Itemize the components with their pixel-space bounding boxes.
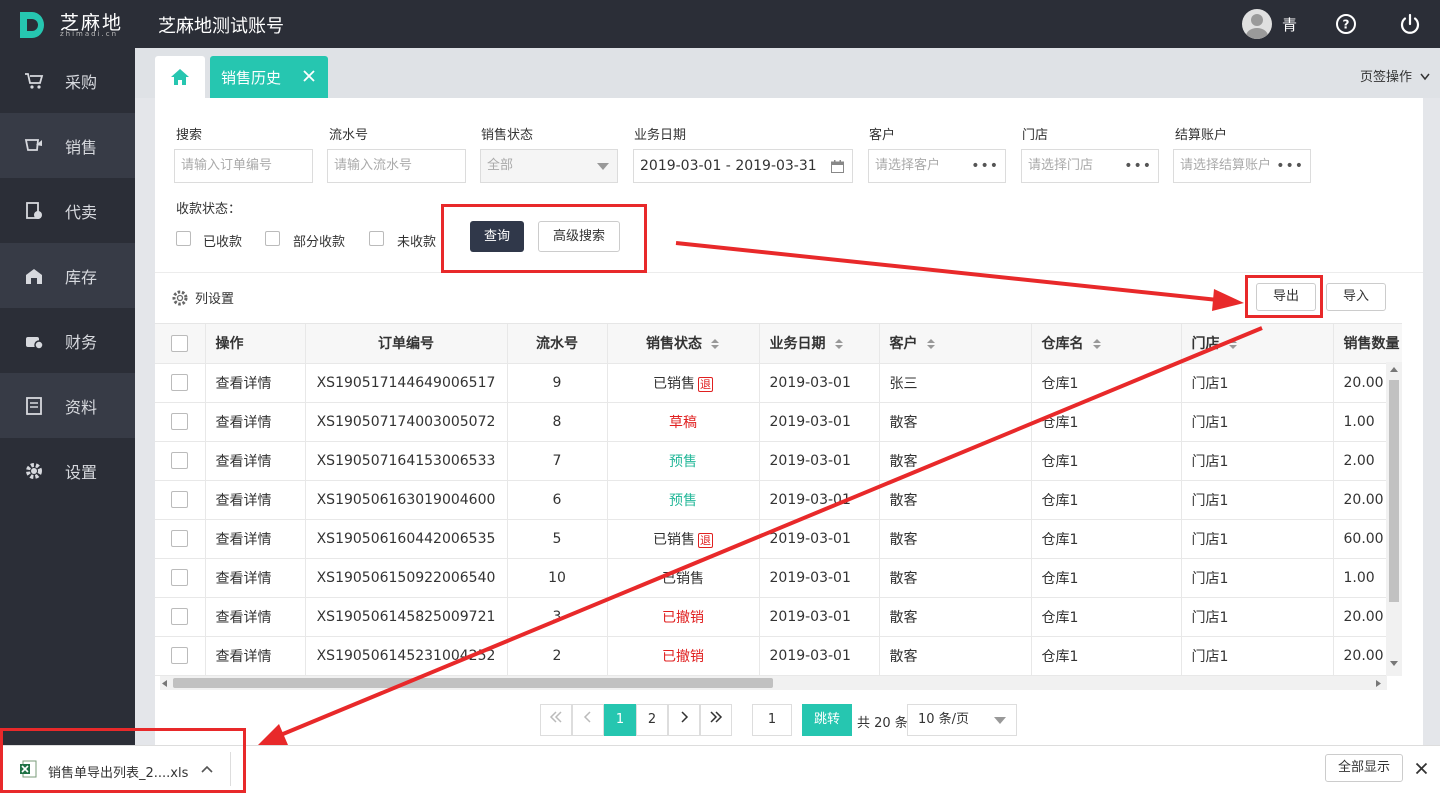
arrow-line <box>282 326 1263 736</box>
arrow-head-icon <box>258 724 288 745</box>
annotation-arrows <box>258 241 1263 745</box>
arrow-line <box>675 241 1219 302</box>
arrow-head-icon <box>1212 289 1244 311</box>
